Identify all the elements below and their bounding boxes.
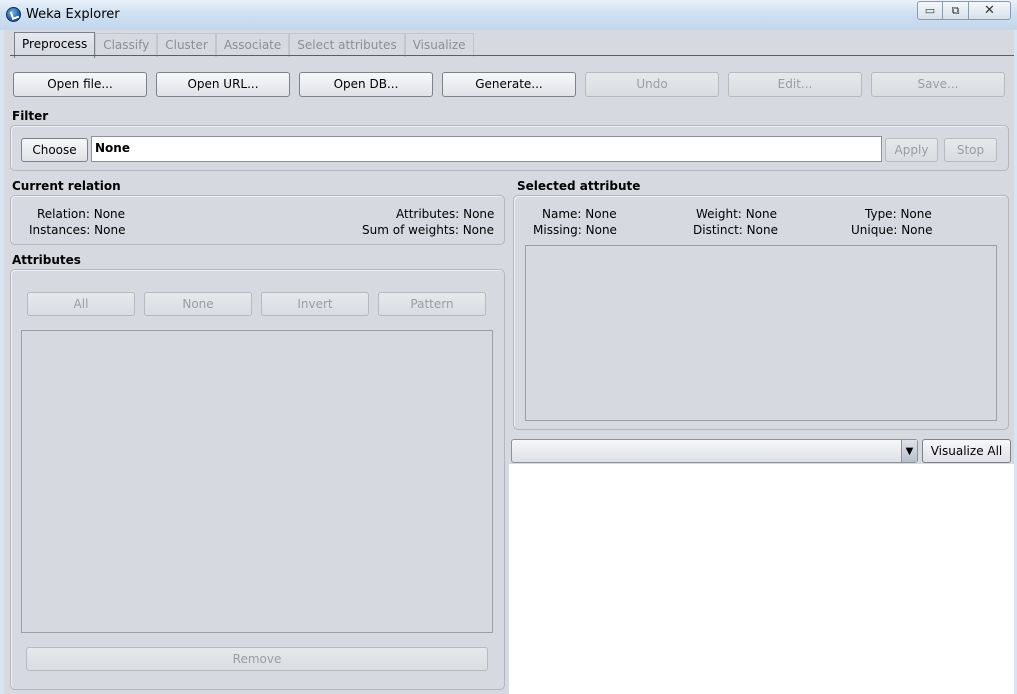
unique-row: Unique: None <box>851 223 933 237</box>
name-label: Name: <box>542 207 582 221</box>
weight-value: None <box>745 207 777 221</box>
class-attribute-combo[interactable]: ▼ <box>511 439 918 463</box>
attributes-count-row: Attributes: None <box>396 207 494 221</box>
distinct-label: Distinct: <box>693 223 743 237</box>
select-all-attributes-button[interactable]: All <box>27 292 135 316</box>
attribute-visualization-panel <box>509 464 1014 694</box>
name-row: Name: None <box>542 207 617 221</box>
weight-row: Weight: None <box>696 207 777 221</box>
type-value: None <box>900 207 932 221</box>
generate-button[interactable]: Generate... <box>442 72 576 97</box>
instances-row: Instances: None <box>29 223 125 237</box>
visualize-all-button[interactable]: Visualize All <box>922 439 1011 463</box>
open-db-button[interactable]: Open DB... <box>299 72 433 97</box>
relation-label: Relation: <box>37 207 90 221</box>
attributes-section-label: Attributes <box>12 253 81 267</box>
choose-filter-button[interactable]: Choose <box>21 138 88 162</box>
attribute-statistics-table[interactable] <box>525 245 997 421</box>
instances-value: None <box>94 223 126 237</box>
instances-label: Instances: <box>29 223 91 237</box>
undo-button[interactable]: Undo <box>585 72 719 97</box>
missing-label: Missing: <box>533 223 582 237</box>
tab-select-attributes[interactable]: Select attributes <box>289 33 405 57</box>
attributes-list[interactable] <box>21 330 493 633</box>
close-button[interactable]: ✕ <box>969 1 1011 20</box>
maximize-button[interactable]: ⧉ <box>943 1 969 20</box>
tab-classify[interactable]: Classify <box>95 33 158 57</box>
close-icon: ✕ <box>984 3 995 18</box>
sum-weights-row: Sum of weights: None <box>362 223 494 237</box>
missing-value: None <box>585 223 617 237</box>
relation-value: None <box>93 207 126 221</box>
name-value: None <box>585 207 617 221</box>
select-none-attributes-button[interactable]: None <box>144 292 252 316</box>
window-controls: ▭ ⧉ ✕ <box>917 1 1011 21</box>
open-file-button[interactable]: Open file... <box>13 72 147 97</box>
selected-attribute-section-label: Selected attribute <box>517 179 641 193</box>
unique-value: None <box>901 223 933 237</box>
minimize-icon: ▭ <box>924 4 936 17</box>
weka-app-icon <box>6 7 21 22</box>
stop-filter-button[interactable]: Stop <box>944 138 997 162</box>
maximize-icon: ⧉ <box>951 3 960 17</box>
filter-text-field[interactable]: None <box>91 136 882 162</box>
invert-selection-button[interactable]: Invert <box>261 292 369 316</box>
save-button[interactable]: Save... <box>871 72 1005 97</box>
pattern-select-button[interactable]: Pattern <box>378 292 486 316</box>
title-bar: Weka Explorer ▭ ⧉ ✕ <box>0 0 1017 30</box>
apply-filter-button[interactable]: Apply <box>885 138 938 162</box>
tab-visualize[interactable]: Visualize <box>404 33 474 57</box>
relation-row: Relation: None <box>37 207 125 221</box>
sum-weights-label: Sum of weights: <box>362 223 459 237</box>
tab-bar: Preprocess Classify Cluster Associate Se… <box>14 32 474 58</box>
distinct-value: None <box>746 223 778 237</box>
weight-label: Weight: <box>696 207 742 221</box>
chevron-down-icon[interactable]: ▼ <box>901 440 917 462</box>
unique-label: Unique: <box>851 223 898 237</box>
open-url-button[interactable]: Open URL... <box>156 72 290 97</box>
tab-cluster[interactable]: Cluster <box>157 33 216 57</box>
missing-row: Missing: None <box>533 223 617 237</box>
tab-associate[interactable]: Associate <box>215 33 290 57</box>
attributes-count-value: None <box>463 207 495 221</box>
type-label: Type: <box>865 207 897 221</box>
attributes-count-label: Attributes: <box>396 207 460 221</box>
minimize-button[interactable]: ▭ <box>917 1 943 20</box>
tab-divider <box>10 55 1014 56</box>
type-row: Type: None <box>865 207 932 221</box>
sum-weights-value: None <box>462 223 495 237</box>
edit-button[interactable]: Edit... <box>728 72 862 97</box>
remove-attributes-button[interactable]: Remove <box>26 647 488 671</box>
window-title: Weka Explorer <box>26 7 120 22</box>
distinct-row: Distinct: None <box>693 223 778 237</box>
filter-section-label: Filter <box>12 109 49 123</box>
current-relation-section-label: Current relation <box>12 179 121 193</box>
explorer-frame: Preprocess Classify Cluster Associate Se… <box>4 30 1014 694</box>
